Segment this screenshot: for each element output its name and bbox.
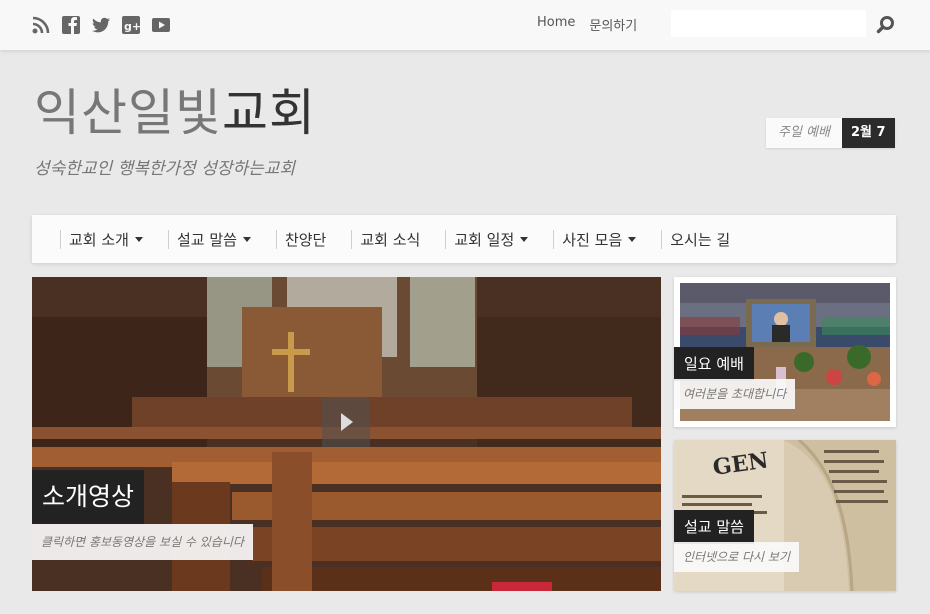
sunday-worship-subtitle: 여러분을 초대합니다	[674, 379, 796, 409]
intro-video-subtitle: 클릭하면 홍보동영상을 보실 수 있습니다	[32, 524, 253, 560]
twitter-icon[interactable]	[91, 15, 111, 35]
search-icon[interactable]	[876, 15, 896, 35]
caret-down-icon	[520, 237, 529, 242]
contact-link[interactable]: 문의하기	[589, 15, 637, 34]
site-title-part2: 교회	[222, 84, 316, 142]
nav-item-news[interactable]: 교회 소식	[351, 230, 430, 249]
facebook-icon[interactable]	[61, 15, 81, 35]
rss-icon[interactable]	[31, 15, 51, 35]
search-input[interactable]	[671, 10, 866, 37]
top-nav: Home 문의하기	[537, 15, 637, 34]
caret-down-icon	[242, 237, 251, 242]
caret-down-icon	[134, 237, 143, 242]
main-nav: 교회 소개 설교 말씀 찬양단 교회 소식 교회 일정 사진 모음 오시는 길	[32, 215, 896, 263]
caret-down-icon	[628, 237, 637, 242]
nav-item-label: 오시는 길	[670, 231, 731, 249]
nav-item-choir[interactable]: 찬양단	[275, 230, 336, 249]
sunday-worship-title: 일요 예배	[674, 347, 754, 381]
youtube-icon[interactable]	[151, 15, 171, 35]
intro-video-title: 소개영상	[32, 470, 145, 524]
sermon-card-subtitle: 인터넷으로 다시 보기	[674, 542, 799, 572]
upcoming-event[interactable]: 주일 예배 2월 7	[766, 118, 895, 148]
site-tagline: 성숙한교인 행복한가정 성장하는교회	[34, 159, 296, 179]
nav-item-label: 교회 일정	[454, 231, 515, 249]
nav-item-directions[interactable]: 오시는 길	[661, 230, 740, 249]
nav-item-label: 교회 소식	[360, 231, 421, 249]
site-title-part1: 익산일빛	[34, 84, 222, 142]
home-link[interactable]: Home	[537, 15, 575, 34]
event-label: 주일 예배	[766, 118, 842, 148]
nav-item-label: 설교 말씀	[176, 231, 237, 249]
google-plus-icon[interactable]: g+	[121, 15, 141, 35]
nav-item-schedule[interactable]: 교회 일정	[445, 230, 538, 249]
nav-item-sermons[interactable]: 설교 말씀	[167, 230, 261, 249]
site-title[interactable]: 익산일빛교회	[34, 88, 316, 138]
sermon-card[interactable]: GEN 설교 말씀 인터넷으로 다시 보기	[674, 440, 896, 591]
nav-item-label: 교회 소개	[69, 231, 129, 249]
intro-video[interactable]: 소개영상 클릭하면 홍보동영상을 보실 수 있습니다	[32, 277, 661, 591]
nav-item-label: 사진 모음	[562, 231, 623, 249]
top-bar: g+ Home 문의하기	[0, 0, 930, 50]
sermon-card-title: 설교 말씀	[674, 510, 754, 544]
nav-item-label: 찬양단	[284, 231, 327, 249]
event-date: 2월 7	[841, 118, 895, 148]
nav-item-photos[interactable]: 사진 모음	[553, 230, 646, 249]
svg-text:g+: g+	[124, 20, 141, 33]
sunday-worship-card[interactable]: 일요 예배 여러분을 초대합니다	[674, 277, 896, 427]
play-icon[interactable]	[322, 397, 370, 447]
social-links: g+	[31, 15, 171, 35]
nav-item-about[interactable]: 교회 소개	[60, 230, 153, 249]
